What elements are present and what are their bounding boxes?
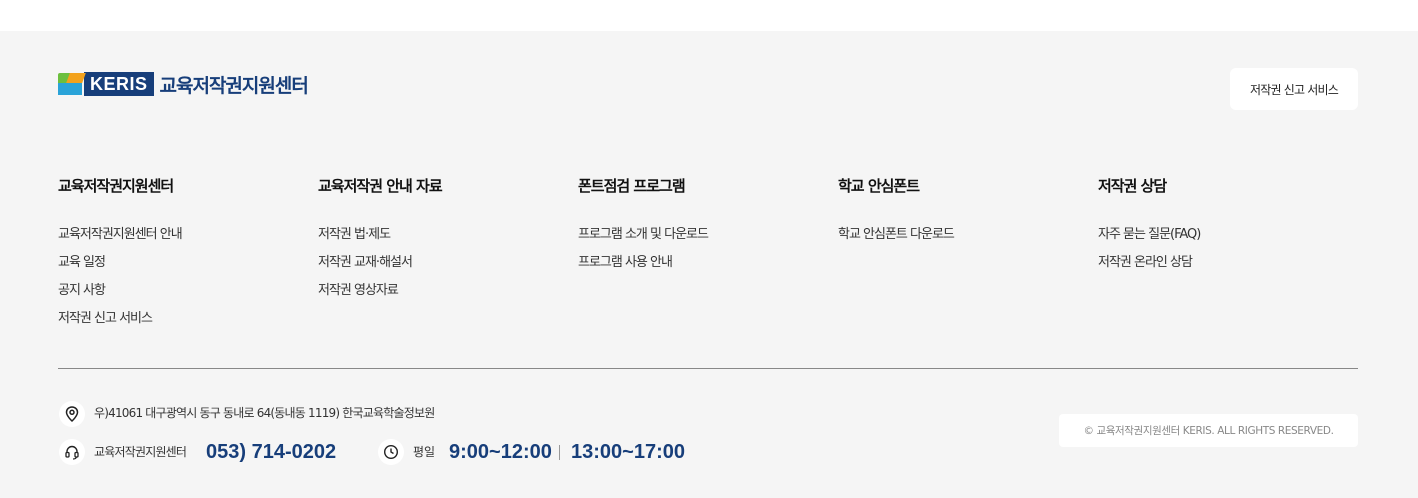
- address-text: 우)41061 대구광역시 동구 동내로 64(동내동 1119) 한국교육학술…: [94, 406, 435, 420]
- footer-link[interactable]: 교육 일정: [58, 255, 298, 283]
- hours-morning: 9:00~12:00: [449, 441, 552, 463]
- copyright-report-button[interactable]: 저작권 신고 서비스: [1230, 68, 1358, 110]
- copyright-notice: © 교육저작권지원센터 KERIS. ALL RIGHTS RESERVED.: [1059, 414, 1358, 447]
- footer-link[interactable]: 저작권 온라인 상담: [1098, 255, 1338, 283]
- phone-number[interactable]: 053) 714-0202: [206, 440, 336, 464]
- footer-link[interactable]: 저작권 신고 서비스: [58, 311, 298, 339]
- column-title: 교육저작권 안내 자료: [318, 177, 443, 195]
- column-title: 저작권 상담: [1098, 177, 1167, 195]
- footer-divider: [58, 368, 1358, 369]
- column-title: 학교 안심폰트: [838, 177, 920, 195]
- footer-column-center: 교육저작권지원센터 교육저작권지원센터 안내 교육 일정 공지 사항 저작권 신…: [58, 176, 298, 339]
- headset-icon: [59, 439, 85, 465]
- footer-link[interactable]: 프로그램 사용 안내: [578, 255, 818, 283]
- clock-icon: [378, 439, 404, 465]
- footer-link[interactable]: 저작권 법·제도: [318, 227, 558, 255]
- site-footer: KERIS 교육저작권지원센터 저작권 신고 서비스 교육저작권지원센터 교육저…: [0, 31, 1418, 498]
- column-title: 교육저작권지원센터: [58, 177, 174, 195]
- footer-link[interactable]: 학교 안심폰트 다운로드: [838, 227, 1078, 255]
- logo-brand-text: KERIS: [84, 72, 154, 96]
- footer-link[interactable]: 공지 사항: [58, 283, 298, 311]
- footer-link[interactable]: 저작권 교재·해설서: [318, 255, 558, 283]
- weekday-label: 평일: [413, 445, 436, 459]
- contact-center-label: 교육저작권지원센터: [94, 445, 187, 459]
- hours-afternoon: 13:00~17:00: [571, 441, 685, 463]
- footer-link[interactable]: 교육저작권지원센터 안내: [58, 227, 298, 255]
- footer-column-consult: 저작권 상담 자주 묻는 질문(FAQ) 저작권 온라인 상담: [1098, 176, 1338, 283]
- footer-link[interactable]: 프로그램 소개 및 다운로드: [578, 227, 818, 255]
- footer-link[interactable]: 저작권 영상자료: [318, 283, 558, 311]
- footer-column-font-check: 폰트점검 프로그램 프로그램 소개 및 다운로드 프로그램 사용 안내: [578, 176, 818, 283]
- footer-link[interactable]: 자주 묻는 질문(FAQ): [1098, 227, 1338, 255]
- logo-mark-icon: [58, 71, 86, 97]
- page-top-area: [0, 0, 1418, 31]
- logo-title-text: 교육저작권지원센터: [159, 74, 309, 97]
- hours-separator: [559, 445, 560, 460]
- column-title: 폰트점검 프로그램: [578, 177, 686, 195]
- keris-logo[interactable]: KERIS 교육저작권지원센터: [58, 70, 309, 98]
- footer-column-guides: 교육저작권 안내 자료 저작권 법·제도 저작권 교재·해설서 저작권 영상자료: [318, 176, 558, 311]
- location-icon: [59, 401, 85, 427]
- footer-column-safe-font: 학교 안심폰트 학교 안심폰트 다운로드: [838, 176, 1078, 255]
